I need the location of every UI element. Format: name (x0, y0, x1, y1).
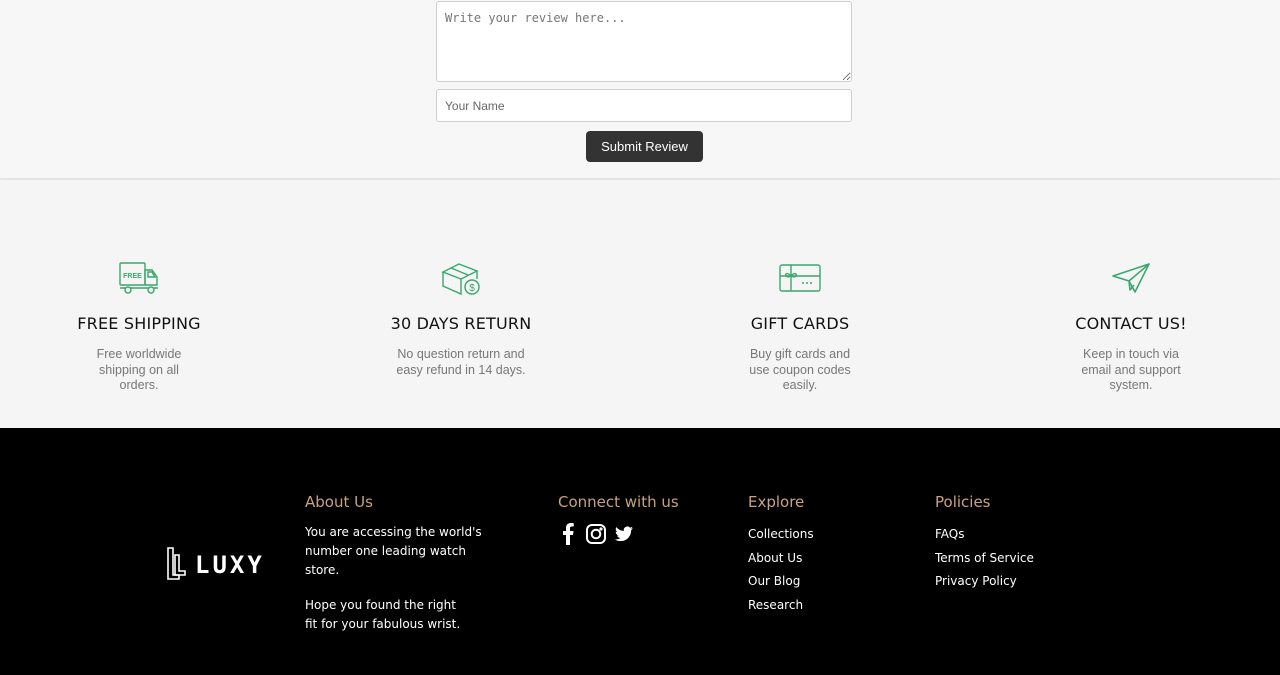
connect-heading: Connect with us (558, 493, 679, 511)
feature-description: Keep in touch via email and support syst… (1081, 347, 1181, 392)
feature-free-shipping: FREE FREE SHIPPING Free worldwide shippi… (19, 260, 259, 394)
feature-description: No question return and easy refund in 14… (396, 347, 526, 377)
facebook-icon[interactable] (558, 523, 578, 545)
instagram-icon[interactable] (586, 523, 606, 545)
svg-text:$: $ (469, 283, 475, 294)
about-paragraph: You are accessing the world's number one… (305, 525, 482, 577)
feature-description: Buy gift cards and use coupon codes easi… (749, 347, 851, 392)
feature-title: 30 DAYS RETURN (390, 314, 532, 333)
submit-review-button[interactable]: Submit Review (586, 131, 703, 162)
svg-text:LUXY: LUXY (195, 551, 265, 579)
footer-link-faqs[interactable]: FAQs (935, 523, 1034, 547)
explore-heading: Explore (748, 493, 805, 511)
free-shipping-truck-icon: FREE (119, 262, 158, 294)
review-form-section: Submit Review (0, 0, 1280, 179)
feature-title: GIFT CARDS (750, 314, 850, 333)
about-heading: About Us (305, 493, 373, 511)
footer-link-terms-of-service[interactable]: Terms of Service (935, 547, 1034, 571)
footer-link-collections[interactable]: Collections (748, 523, 814, 547)
feature-gift-cards: GIFT CARDS Buy gift cards and use coupon… (680, 260, 920, 394)
footer-policies-column: Policies FAQs Terms of Service Privacy P… (935, 493, 1034, 594)
footer-link-privacy-policy[interactable]: Privacy Policy (935, 570, 1034, 594)
policies-links: FAQs Terms of Service Privacy Policy (935, 523, 1034, 594)
site-footer: LUXY About Us You are accessing the worl… (0, 428, 1280, 675)
social-links (558, 523, 679, 545)
box-return-icon: $ (441, 263, 480, 296)
twitter-icon[interactable] (614, 523, 634, 545)
feature-title: FREE SHIPPING (77, 314, 201, 333)
about-paragraph: Hope you found the right fit for your fa… (305, 598, 461, 631)
footer-link-research[interactable]: Research (748, 594, 814, 618)
footer-about-column: About Us You are accessing the world's n… (305, 493, 495, 634)
footer-explore-column: Explore Collections About Us Our Blog Re… (748, 493, 814, 617)
luxy-logo[interactable]: LUXY (166, 546, 266, 582)
feature-description: Free worldwide shipping on all orders. (96, 347, 182, 392)
gift-card-icon (779, 264, 821, 292)
name-input[interactable] (436, 89, 852, 122)
svg-text:FREE: FREE (123, 273, 142, 280)
feature-30-days-return: $ 30 DAYS RETURN No question return and … (341, 260, 581, 378)
explore-links: Collections About Us Our Blog Research (748, 523, 814, 617)
footer-link-about-us[interactable]: About Us (748, 547, 814, 571)
features-section: FREE FREE SHIPPING Free worldwide shippi… (0, 180, 1280, 428)
policies-heading: Policies (935, 493, 991, 511)
review-textarea[interactable] (436, 1, 852, 82)
footer-connect-column: Connect with us (558, 493, 679, 545)
feature-contact-us: CONTACT US! Keep in touch via email and … (1011, 260, 1251, 394)
paper-plane-icon (1112, 263, 1150, 293)
footer-link-our-blog[interactable]: Our Blog (748, 570, 814, 594)
feature-title: CONTACT US! (1075, 314, 1187, 333)
